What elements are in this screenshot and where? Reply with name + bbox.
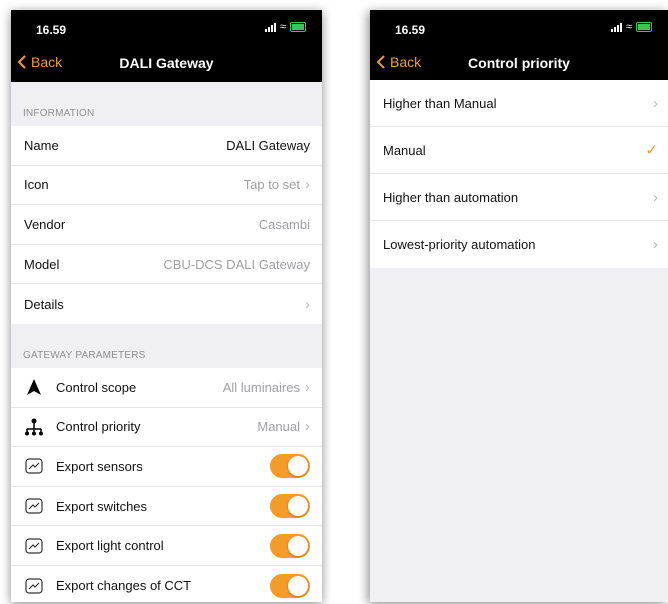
chevron-right-icon: › (653, 188, 658, 206)
parameters-section-header: GATEWAY PARAMETERS (23, 350, 146, 361)
row-value: Manual (257, 419, 300, 435)
row-value: Tap to set (243, 177, 300, 193)
export-sensors-toggle[interactable] (270, 454, 310, 479)
row-label: Export changes of CCT (56, 578, 192, 594)
param-row-export-cct: Export changes of CCT (11, 566, 322, 602)
row-label: Export light control (56, 538, 164, 554)
information-group: Name DALI Gateway Icon Tap to set › Vend… (11, 126, 322, 324)
param-row-export-light-control: Export light control (11, 526, 322, 566)
page-title: Control priority (468, 55, 570, 71)
page-title: DALI Gateway (119, 55, 214, 71)
battery-icon (290, 22, 306, 32)
export-switches-toggle[interactable] (270, 494, 310, 519)
wifi-icon: ≈ (625, 21, 632, 33)
chart-line-icon (24, 537, 44, 555)
priority-options-list: Higher than Manual › Manual ✓ Higher tha… (370, 80, 668, 268)
option-higher-than-manual[interactable]: Higher than Manual › (370, 80, 668, 127)
param-row-export-sensors: Export sensors (11, 447, 322, 487)
checkmark-icon: ✓ (645, 142, 658, 159)
wifi-icon: ≈ (279, 21, 286, 33)
info-row-name[interactable]: Name DALI Gateway (11, 126, 322, 166)
info-row-details[interactable]: Details › (11, 284, 322, 324)
chevron-right-icon: › (653, 236, 658, 253)
info-row-model: Model CBU-DCS DALI Gateway (11, 245, 322, 285)
row-label: Control scope (56, 379, 137, 395)
param-row-control-scope[interactable]: Control scope All luminaires › (11, 368, 322, 408)
navigation-bar: 16.59 ≈ Back Control priority (370, 10, 668, 82)
row-label: Export switches (56, 498, 148, 514)
navigation-bar: 16.59 ≈ Back DALI Gateway (11, 10, 322, 82)
battery-icon (636, 22, 652, 32)
parameters-group: Control scope All luminaires › Control p… (11, 368, 322, 602)
row-label: Control priority (56, 419, 141, 435)
option-label: Manual (383, 142, 426, 158)
control-priority-screen: 16.59 ≈ Back Control priority Higher tha… (370, 10, 668, 602)
param-row-export-switches: Export switches (11, 487, 322, 527)
signal-icon (610, 22, 622, 32)
status-time: 16.59 (395, 23, 426, 37)
chevron-right-icon: › (305, 295, 310, 313)
param-row-control-priority[interactable]: Control priority Manual › (11, 408, 322, 448)
export-light-control-toggle[interactable] (270, 533, 310, 558)
status-icons: ≈ (610, 21, 652, 33)
option-label: Lowest-priority automation (383, 237, 536, 252)
chevron-right-icon: › (305, 176, 310, 194)
row-label: Name (24, 137, 59, 153)
status-time: 16.59 (36, 23, 67, 37)
chart-line-icon (24, 577, 44, 595)
row-label: Export sensors (56, 458, 143, 474)
export-cct-toggle[interactable] (270, 573, 310, 598)
chevron-right-icon: › (305, 378, 310, 396)
option-higher-than-automation[interactable]: Higher than automation › (370, 174, 668, 221)
option-label: Higher than Manual (383, 95, 497, 111)
chart-line-icon (24, 497, 44, 515)
navigation-arrow-icon (24, 378, 44, 396)
row-value: CBU-DCS DALI Gateway (163, 256, 310, 272)
row-label: Details (24, 296, 64, 312)
row-label: Vendor (24, 216, 66, 232)
option-lowest-priority-automation[interactable]: Lowest-priority automation › (370, 221, 668, 268)
row-value: Casambi (258, 216, 310, 232)
hierarchy-icon (24, 418, 44, 436)
signal-icon (264, 22, 276, 32)
info-row-vendor: Vendor Casambi (11, 205, 322, 245)
row-value: DALI Gateway (226, 137, 310, 153)
row-label: Model (24, 256, 60, 272)
row-label: Icon (24, 177, 49, 193)
chevron-right-icon: › (305, 418, 310, 436)
information-section-header: INFORMATION (23, 108, 95, 119)
chart-line-icon (24, 457, 44, 475)
info-row-icon[interactable]: Icon Tap to set › (11, 166, 322, 206)
gateway-screen: 16.59 ≈ Back DALI Gateway INFORMATION Na… (11, 10, 322, 602)
chevron-right-icon: › (653, 94, 658, 112)
status-icons: ≈ (264, 21, 306, 33)
option-manual[interactable]: Manual ✓ (370, 127, 668, 174)
option-label: Higher than automation (383, 189, 519, 205)
row-value: All luminaires (222, 379, 300, 395)
